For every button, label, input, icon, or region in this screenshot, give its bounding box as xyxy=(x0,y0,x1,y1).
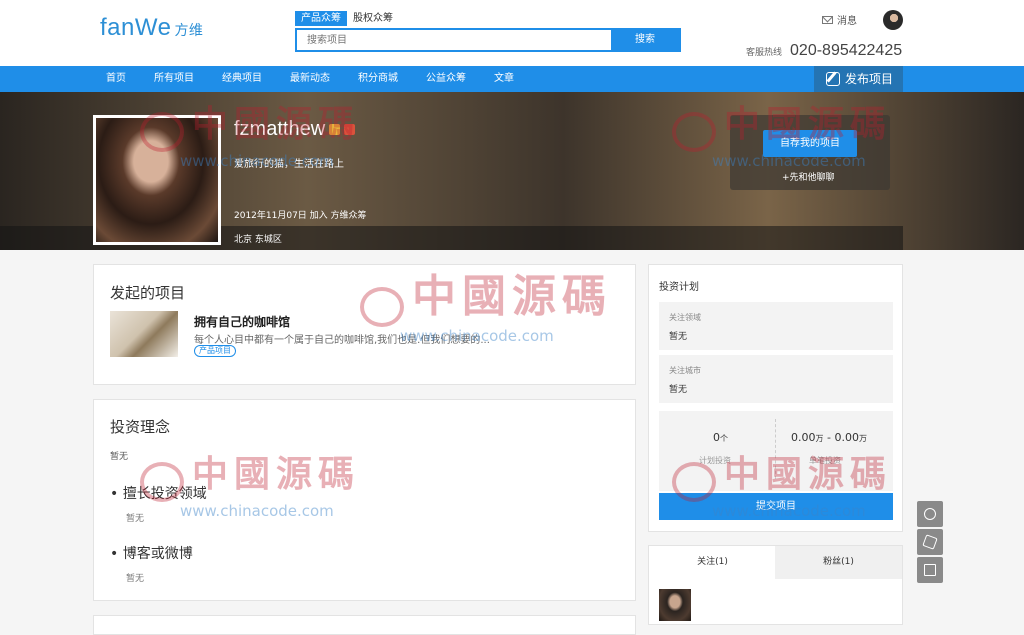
qq-service-button[interactable] xyxy=(917,501,943,527)
expertise-label: 擅长投资领域 xyxy=(122,486,207,502)
hotline-label: 客服热线 xyxy=(746,48,783,58)
publish-label: 发布项目 xyxy=(845,72,894,86)
tab-fans[interactable]: 粉丝(1) xyxy=(775,546,902,579)
phone-icon xyxy=(922,534,938,550)
envelope-icon xyxy=(822,15,833,24)
next-card xyxy=(93,615,636,635)
plan-count: 0个 xyxy=(713,431,728,444)
feedback-button[interactable] xyxy=(917,557,943,583)
philosophy-value: 暂无 xyxy=(110,452,129,462)
follow-panel: 关注(1) 粉丝(1) xyxy=(648,545,903,625)
top-header: fanWe方维 产品众筹 股权众筹 搜索 消息 客服热线 020-8954224… xyxy=(0,0,1024,66)
profile-location: 北京 东城区 xyxy=(234,235,282,245)
verified-badge-icon xyxy=(344,124,356,135)
messages-label: 消息 xyxy=(837,16,857,27)
edit-icon xyxy=(924,564,936,576)
philosophy-card: 投资理念 暂无 • 擅长投资领域 暂无 • 博客或微博 暂无 xyxy=(93,399,636,601)
project-name[interactable]: 拥有自己的咖啡馆 xyxy=(194,313,290,330)
focus-field-label: 关注领域 xyxy=(669,313,701,322)
focus-city-value: 暂无 xyxy=(669,385,688,395)
plan-count-label: 计划投资 xyxy=(699,456,731,465)
plan-count-value: 0 xyxy=(713,431,720,444)
nav-item-classic[interactable]: 经典项目 xyxy=(222,66,262,92)
project-tag[interactable]: 产品项目 xyxy=(194,345,236,357)
nav-item-charity[interactable]: 公益众筹 xyxy=(426,66,466,92)
plan-count-unit: 个 xyxy=(720,434,728,443)
logo-text: fanWe xyxy=(100,14,172,41)
focus-city-label: 关注城市 xyxy=(669,366,701,375)
blog-label: 博客或微博 xyxy=(122,546,193,562)
site-logo[interactable]: fanWe 方维 xyxy=(100,14,203,42)
profile-motto: 爱旅行的猫，生活在路上 xyxy=(234,159,344,170)
project-desc: 每个人心目中都有一个属于自己的咖啡馆,我们也是.但我们想要的... xyxy=(194,335,490,346)
recommend-project-button[interactable]: 自荐我的项目 xyxy=(763,130,857,157)
qq-icon xyxy=(924,508,936,520)
nav-item-home[interactable]: 首页 xyxy=(106,66,126,92)
search-button[interactable]: 搜索 xyxy=(611,30,679,50)
plan-amount-label: 单笔投资 xyxy=(809,456,841,465)
profile-photo xyxy=(93,115,221,245)
focus-field: 关注领域 暂无 xyxy=(659,302,893,350)
messages-link[interactable]: 消息 xyxy=(822,12,857,27)
expertise-value: 暂无 xyxy=(126,514,145,524)
blog-value: 暂无 xyxy=(126,574,145,584)
phone-service-button[interactable] xyxy=(917,529,943,555)
submit-project-button[interactable]: 提交项目 xyxy=(659,493,893,520)
focus-city: 关注城市 暂无 xyxy=(659,355,893,403)
hotline-number: 020-895422425 xyxy=(790,42,903,59)
amount-unit-high: 万 xyxy=(858,434,867,443)
search-tabs: 产品众筹 股权众筹 xyxy=(295,11,399,26)
plan-stats: 0个 计划投资 0.00万 - 0.00万 单笔投资 xyxy=(659,411,893,491)
publish-icon xyxy=(826,72,840,86)
amount-low: 0.00 xyxy=(791,431,816,444)
following-avatar[interactable] xyxy=(659,589,691,621)
search-box: 搜索 xyxy=(295,28,681,52)
hotline: 客服热线 020-895422425 xyxy=(746,42,902,60)
tab-following[interactable]: 关注(1) xyxy=(649,546,776,579)
project-thumbnail[interactable] xyxy=(110,311,178,357)
blog-heading: • 博客或微博 xyxy=(110,546,193,562)
nav-item-points-mall[interactable]: 积分商城 xyxy=(358,66,398,92)
profile-joined: 2012年11月07日 加入 方维众筹 xyxy=(234,211,367,221)
tab-product-crowdfunding[interactable]: 产品众筹 xyxy=(295,11,347,26)
publish-button[interactable]: 发布项目 xyxy=(814,66,903,92)
projects-card: 发起的项目 拥有自己的咖啡馆 每个人心目中都有一个属于自己的咖啡馆,我们也是.但… xyxy=(93,264,636,385)
stats-divider xyxy=(775,419,776,479)
focus-field-value: 暂无 xyxy=(669,332,688,342)
projects-title: 发起的项目 xyxy=(110,284,186,302)
search-input[interactable] xyxy=(297,30,611,50)
amount-high: 0.00 xyxy=(834,431,859,444)
tab-equity-crowdfunding[interactable]: 股权众筹 xyxy=(347,11,399,26)
profile-username: fzmatthew xyxy=(234,118,356,141)
vip-badge-icon xyxy=(329,124,341,135)
chat-link[interactable]: +先和他聊聊 xyxy=(782,170,835,183)
expertise-heading: • 擅长投资领域 xyxy=(110,486,207,502)
logo-cn: 方维 xyxy=(174,22,204,38)
nav-item-articles[interactable]: 文章 xyxy=(494,66,514,92)
nav-item-all-projects[interactable]: 所有项目 xyxy=(154,66,194,92)
user-avatar[interactable] xyxy=(883,10,903,30)
username-text: fzmatthew xyxy=(234,118,326,140)
amount-unit-low: 万 xyxy=(815,434,824,443)
plan-amount: 0.00万 - 0.00万 xyxy=(791,431,867,444)
plan-title: 投资计划 xyxy=(659,282,699,293)
invest-plan-card: 投资计划 关注领域 暂无 关注城市 暂无 0个 计划投资 0.00万 - 0.0… xyxy=(648,264,903,532)
philosophy-title: 投资理念 xyxy=(110,418,171,436)
nav-item-news[interactable]: 最新动态 xyxy=(290,66,330,92)
